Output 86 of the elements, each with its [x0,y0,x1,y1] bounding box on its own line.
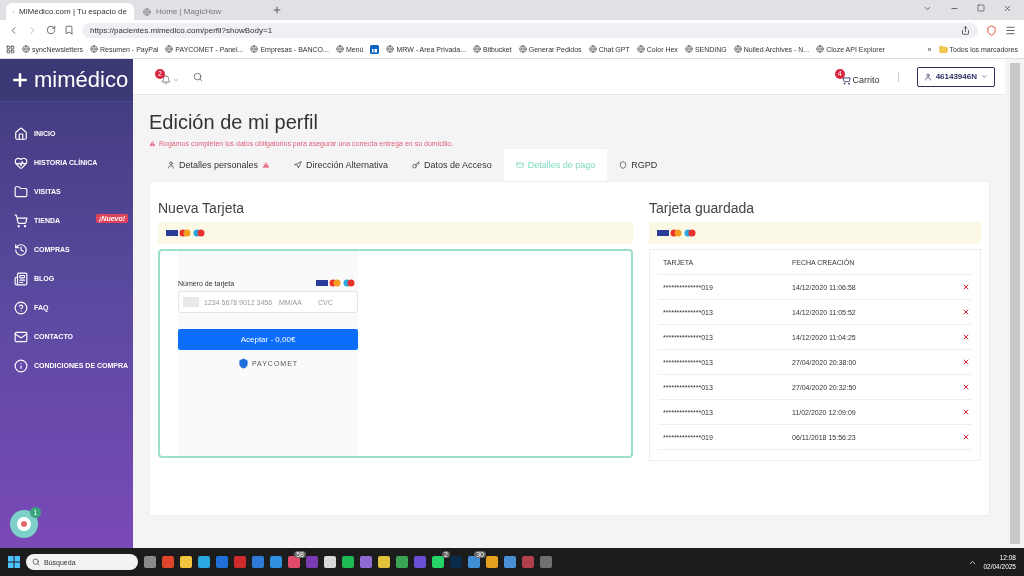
share-icon[interactable] [961,25,970,35]
tab-label: Detalles de pago [527,160,596,170]
delete-icon[interactable] [962,308,970,316]
maximize-icon[interactable] [977,3,985,12]
logo-text: mimédico [34,67,129,93]
user-icon [167,161,175,169]
tab-label: Dirección Alternativa [306,160,389,170]
folder-icon [14,184,28,199]
profile-tab[interactable]: Detalles personales [155,149,283,181]
app-icon[interactable] [252,556,264,568]
cart-label: Carrito [852,74,880,85]
search-icon[interactable] [193,71,203,82]
warning-icon [149,140,156,147]
profile-tab[interactable]: Dirección Alternativa [282,149,401,181]
heart-pulse-icon [14,155,28,170]
shield-icon[interactable] [986,24,997,36]
app-icon[interactable] [360,556,372,568]
app-icon[interactable] [396,556,408,568]
app-icon[interactable] [270,556,282,568]
app-icon[interactable] [432,556,444,568]
app-icon[interactable] [306,556,318,568]
scrollbar[interactable] [1010,63,1020,544]
app-icon[interactable] [378,556,390,568]
shield-icon [237,358,249,369]
page-title: Edición de mi perfil [149,111,319,134]
app-icon[interactable] [234,556,246,568]
app-icon[interactable] [144,556,156,568]
section-title: Nueva Tarjeta [158,200,246,216]
help-icon [14,300,28,315]
accept-button[interactable]: Aceptar - 0,00€ [178,329,358,350]
delete-icon[interactable] [962,383,970,391]
cart-icon [840,74,851,85]
credit-card-icon [515,161,524,169]
browser-tab[interactable]: Home | MagicHow [136,3,264,20]
delete-icon[interactable] [962,433,970,441]
tab-label: RGPD [631,160,658,170]
profile-tab[interactable]: RGPD [607,149,670,181]
app-icon[interactable] [414,556,426,568]
shield-icon [619,161,628,169]
bookmark-item[interactable] [370,44,380,54]
address-bar[interactable]: https://pacientes.mimedico.com/perfil?showBody=1 [82,22,978,38]
new-tab-icon[interactable] [272,5,282,15]
app-icon[interactable] [198,556,210,568]
app-icon[interactable] [162,556,174,568]
bell-icon [161,74,171,85]
mail-icon [14,329,28,344]
delete-icon[interactable] [962,283,970,291]
home-icon [14,126,28,141]
chat-icon [16,516,32,532]
app-icon[interactable] [180,556,192,568]
app-icon[interactable] [522,556,534,568]
user-menu-button[interactable]: 46143946N [916,66,995,87]
cart-icon [14,213,28,228]
key-icon [412,161,421,169]
bookmark-icon[interactable] [64,25,74,35]
square-site-icon [370,44,380,54]
app-icon[interactable] [216,556,228,568]
folder-icon [938,44,948,54]
history-icon [14,242,28,257]
delete-icon[interactable] [962,408,970,416]
search-icon [32,558,40,566]
info-icon [14,358,28,373]
caret-icon [173,76,179,83]
apps-icon[interactable] [6,44,15,54]
reload-icon[interactable] [46,25,56,35]
app-icon[interactable] [486,556,498,568]
section-title: Tarjeta guardada [649,200,756,216]
user-icon [923,72,932,81]
caret-icon [981,73,988,80]
close-icon[interactable] [1003,3,1012,13]
profile-tab[interactable]: Datos de Acceso [400,149,504,181]
menu-icon[interactable] [1005,24,1016,36]
browser-tab[interactable]: MiMédico.com | Tu espacio de [6,3,134,20]
app-icon[interactable] [504,556,516,568]
app-icon[interactable] [324,556,336,568]
logo-icon [10,70,30,90]
tab-label: Detalles personales [179,160,259,170]
arrow-icon [294,161,303,169]
windows-icon[interactable] [8,556,20,568]
app-icon[interactable] [540,556,552,568]
delete-icon[interactable] [962,333,970,341]
delete-icon[interactable] [962,358,970,366]
app-icon[interactable] [342,556,354,568]
tab-label: Datos de Acceso [424,160,492,170]
newspaper-icon [14,271,28,286]
app-icon[interactable] [468,556,480,568]
